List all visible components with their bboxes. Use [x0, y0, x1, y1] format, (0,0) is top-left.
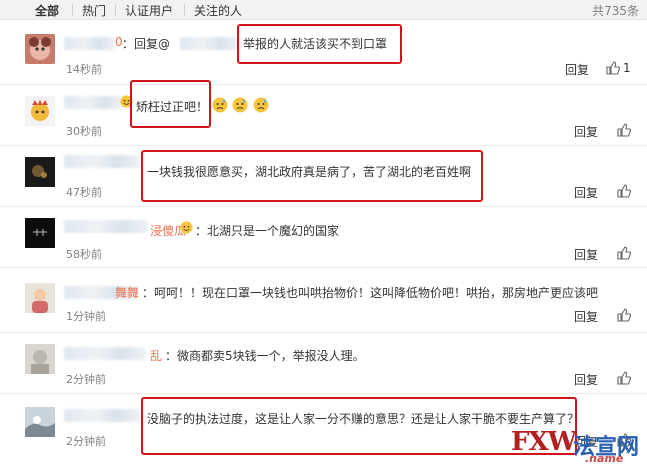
comment-text: ：北湖只是一个魔幻的国家 [195, 224, 340, 238]
reply-button[interactable]: 回复 [565, 61, 589, 78]
sweat-emoji-icon [232, 97, 248, 113]
thumbs-up-icon[interactable] [617, 123, 631, 137]
avatar[interactable] [25, 34, 55, 64]
username-blurred[interactable] [64, 347, 146, 360]
comment-row: 浸傻瓜 ：北湖只是一个魔幻的国家 58秒前 回复 [0, 208, 647, 268]
avatar[interactable] [25, 218, 55, 248]
avatar[interactable] [25, 283, 55, 313]
comment-time: 14秒前 [66, 63, 102, 76]
username-blurred[interactable] [64, 155, 140, 168]
thumbs-up-icon[interactable] [606, 61, 620, 75]
comment-row: 舞舞 ：呵呵！！现在口罩一块钱也叫哄抬物价！这叫降低物价吧！哄抬，那房地产更应该… [0, 269, 647, 333]
avatar[interactable] [25, 157, 55, 187]
avatar[interactable] [25, 344, 55, 374]
comment-total-count: 共735条 [592, 4, 639, 18]
comment-time: 30秒前 [66, 125, 102, 138]
thumbs-up-icon[interactable] [617, 246, 631, 260]
sweat-emoji-icon [212, 97, 228, 113]
smile-emoji-icon [180, 221, 193, 234]
username-blurred[interactable] [64, 409, 140, 422]
watermark-domain: .name [585, 452, 624, 465]
tab-separator [115, 4, 116, 16]
username-tail[interactable]: 舞舞 [115, 284, 139, 301]
comment-time: 47秒前 [66, 186, 102, 199]
comment-text: ：呵呵！！现在口罩一块钱也叫哄抬物价！这叫降低物价吧！哄抬，那房地产更应该吧 [142, 286, 599, 300]
reply-button[interactable]: 回复 [574, 123, 598, 140]
comment-row: 0 ：回复@ 举报的人就活该买不到口罩 14秒前 回复 1 [0, 24, 647, 85]
comment-row: 乱 ：微商都卖5块钱一个，举报没人理。 2分钟前 回复 [0, 334, 647, 394]
site-watermark-logo: FXW 法宣网 .name [511, 427, 645, 465]
tab-all[interactable]: 全部 [35, 2, 59, 19]
tab-separator [72, 4, 73, 16]
watermark-brand: FXW [511, 427, 577, 457]
tab-separator [184, 4, 185, 16]
comment-text: ：微商都卖5块钱一个，举报没人理。 [165, 349, 365, 363]
sweat-emoji-icon [253, 97, 269, 113]
highlight-box [237, 24, 402, 64]
tab-verified-users[interactable]: 认证用户 [125, 2, 173, 19]
thumbs-up-icon[interactable] [617, 184, 631, 198]
comment-time: 58秒前 [66, 248, 102, 261]
comment-time: 2分钟前 [66, 435, 106, 448]
reply-button[interactable]: 回复 [574, 308, 598, 325]
reply-button[interactable]: 回复 [574, 246, 598, 263]
reply-button[interactable]: 回复 [574, 184, 598, 201]
avatar[interactable] [25, 96, 55, 126]
username-blurred[interactable] [64, 96, 122, 109]
tab-following[interactable]: 关注的人 [194, 2, 242, 19]
comment-row: 一块钱我很愿意买，湖北政府真是病了，苦了湖北的老百姓啊 47秒前 回复 [0, 147, 647, 207]
reply-target-blurred[interactable] [180, 37, 238, 50]
thumbs-up-icon[interactable] [617, 308, 631, 322]
username-blurred[interactable] [64, 37, 114, 50]
reply-prefix: ：回复@ [122, 37, 171, 51]
like-count: 1 [623, 61, 631, 75]
username-blurred[interactable] [64, 220, 148, 233]
username-tail[interactable]: 乱 [150, 347, 162, 364]
comment-filter-bar: 全部 热门 认证用户 关注的人 共735条 [0, 0, 647, 20]
tab-hot[interactable]: 热门 [82, 2, 106, 19]
reply-button[interactable]: 回复 [574, 371, 598, 388]
comment-time: 2分钟前 [66, 373, 106, 386]
comment-time: 1分钟前 [66, 310, 106, 323]
thumbs-up-icon[interactable] [617, 371, 631, 385]
avatar[interactable] [25, 407, 55, 437]
highlight-box [130, 80, 211, 128]
highlight-box [141, 150, 483, 202]
comment-row: 矫枉过正吧！ 30秒前 回复 [0, 80, 647, 146]
